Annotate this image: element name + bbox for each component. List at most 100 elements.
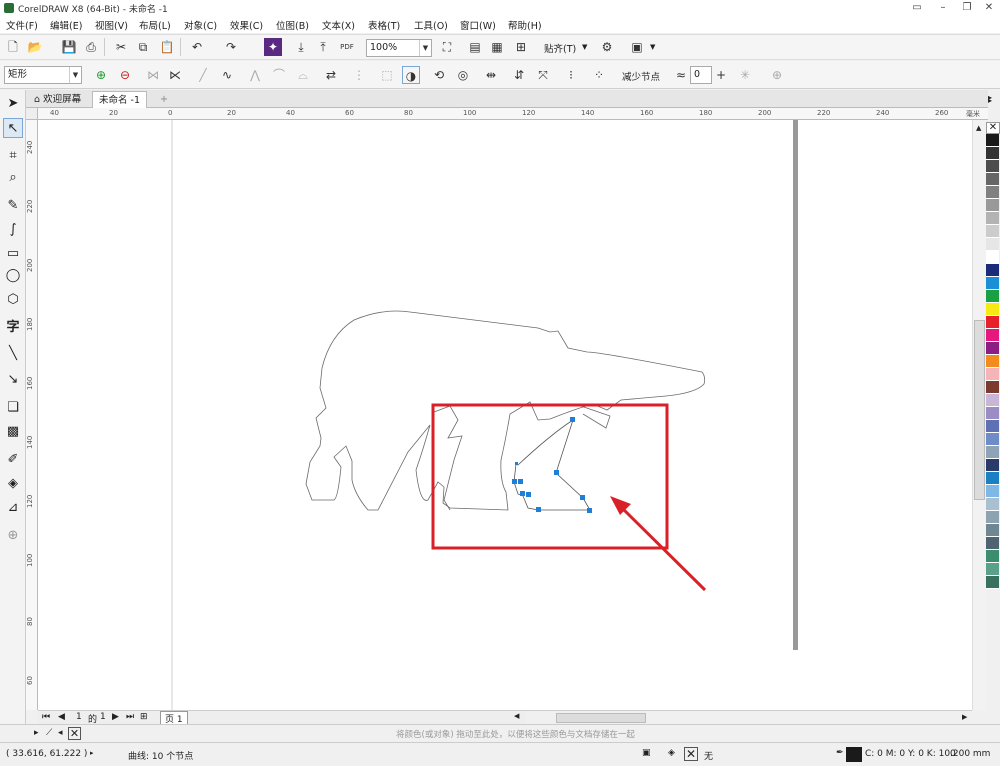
ruler-corner[interactable] bbox=[26, 108, 38, 120]
color-palette[interactable] bbox=[986, 134, 1000, 654]
node-handle[interactable] bbox=[570, 417, 575, 422]
drop-shadow-icon[interactable]: ❏ bbox=[3, 398, 23, 418]
color-swatch[interactable] bbox=[986, 238, 999, 251]
select-all-nodes-icon[interactable]: ⁝ bbox=[562, 66, 580, 84]
vertical-ruler[interactable]: 24022020018016014012010080604020 bbox=[26, 108, 38, 710]
color-swatch[interactable] bbox=[986, 485, 999, 498]
publish-pdf-icon[interactable]: PDF bbox=[338, 38, 356, 56]
color-swatch[interactable] bbox=[986, 537, 999, 550]
scroll-up-icon[interactable]: ▲ bbox=[976, 124, 981, 132]
to-curve-icon[interactable]: ∿ bbox=[218, 66, 236, 84]
show-rulers-icon[interactable]: ▤ bbox=[466, 38, 484, 56]
color-swatch[interactable] bbox=[986, 407, 999, 420]
open-icon[interactable]: 📂 bbox=[26, 38, 44, 56]
close-curve-icon[interactable]: ◑ bbox=[402, 66, 420, 84]
color-swatch[interactable] bbox=[986, 342, 999, 355]
outline-pen-icon[interactable]: ✒ bbox=[836, 748, 844, 758]
menu-text[interactable]: 文本(X) bbox=[322, 18, 355, 32]
color-swatch[interactable] bbox=[986, 355, 999, 368]
color-swatch[interactable] bbox=[986, 472, 999, 485]
break-curve-icon[interactable]: ⋉ bbox=[166, 66, 184, 84]
curve-smoothness-input[interactable]: 0 bbox=[690, 66, 712, 84]
bear-front-leg-path[interactable] bbox=[433, 405, 463, 511]
full-screen-icon[interactable]: ⛶ bbox=[438, 38, 456, 56]
menu-help[interactable]: 帮助(H) bbox=[508, 18, 542, 32]
tab-welcome[interactable]: ⌂ 欢迎屏幕 bbox=[28, 91, 87, 108]
snap-to-dropdown[interactable]: 贴齐(T) bbox=[544, 41, 576, 55]
color-swatch[interactable] bbox=[986, 524, 999, 537]
node-handle[interactable] bbox=[518, 479, 523, 484]
node-handle[interactable] bbox=[554, 470, 559, 475]
scroll-left-icon[interactable]: ◀ bbox=[514, 712, 519, 720]
cusp-node-icon[interactable]: ⋀ bbox=[246, 66, 264, 84]
color-swatch[interactable] bbox=[986, 511, 999, 524]
zoom-level-select[interactable]: 100% ▼ bbox=[366, 39, 432, 57]
color-swatch[interactable] bbox=[986, 199, 999, 212]
add-page-icon[interactable]: ⊞ bbox=[140, 712, 148, 722]
last-page-icon[interactable]: ⏭ bbox=[126, 712, 134, 722]
color-swatch[interactable] bbox=[986, 134, 999, 147]
zoom-tool-icon[interactable]: ⌕ bbox=[3, 168, 23, 188]
smooth-node-icon[interactable]: ⌒ bbox=[270, 66, 288, 84]
color-swatch[interactable] bbox=[986, 394, 999, 407]
color-swatch[interactable] bbox=[986, 173, 999, 186]
color-swatch[interactable] bbox=[986, 381, 999, 394]
shape-tool-icon[interactable]: ↖ bbox=[3, 118, 23, 138]
color-swatch[interactable] bbox=[986, 459, 999, 472]
new-document-icon[interactable]: 🗋 bbox=[4, 38, 22, 56]
corel-connect-icon[interactable]: ✦ bbox=[264, 38, 282, 56]
node-handle[interactable] bbox=[580, 495, 585, 500]
elastic-mode-icon[interactable]: ⤧ bbox=[534, 66, 552, 84]
show-guidelines-icon[interactable]: ⊞ bbox=[512, 38, 530, 56]
hscroll-thumb[interactable] bbox=[556, 713, 646, 723]
text-tool-icon[interactable]: 字 bbox=[3, 318, 23, 338]
drawing-canvas[interactable] bbox=[38, 120, 972, 710]
node-handle[interactable] bbox=[515, 462, 518, 465]
color-swatch[interactable] bbox=[986, 160, 999, 173]
save-icon[interactable]: 💾 bbox=[60, 38, 78, 56]
extract-subpath-icon[interactable]: ⁘ bbox=[590, 66, 608, 84]
parallel-dimension-icon[interactable]: ╲ bbox=[3, 344, 23, 364]
print-icon[interactable]: ⎙ bbox=[82, 38, 100, 56]
connector-tool-icon[interactable]: ↘ bbox=[3, 370, 23, 390]
first-page-icon[interactable]: ⏮ bbox=[42, 712, 50, 722]
color-proof-icon[interactable]: ▣ bbox=[642, 748, 651, 758]
rotate-nodes-icon[interactable]: ⟲ bbox=[430, 66, 448, 84]
color-swatch[interactable] bbox=[986, 264, 999, 277]
menu-object[interactable]: 对象(C) bbox=[184, 18, 217, 32]
node-handle[interactable] bbox=[512, 479, 517, 484]
plus-icon[interactable]: + bbox=[712, 66, 730, 84]
node-handle[interactable] bbox=[526, 492, 531, 497]
reduce-nodes-button[interactable]: 减少节点 bbox=[622, 69, 660, 83]
color-swatch[interactable] bbox=[986, 420, 999, 433]
stretch-nodes-icon[interactable]: ⬚ bbox=[378, 66, 396, 84]
color-swatch[interactable] bbox=[986, 303, 999, 316]
color-swatch[interactable] bbox=[986, 147, 999, 160]
reflect-vertical-icon[interactable]: ⇵ bbox=[510, 66, 528, 84]
color-swatch[interactable] bbox=[986, 498, 999, 511]
menu-file[interactable]: 文件(F) bbox=[6, 18, 38, 32]
color-swatch[interactable] bbox=[986, 433, 999, 446]
menu-tools[interactable]: 工具(O) bbox=[414, 18, 448, 32]
copy-icon[interactable]: ⧉ bbox=[134, 38, 152, 56]
restore-icon[interactable]: ▭ bbox=[904, 0, 930, 16]
eyedropper-tool-icon[interactable]: ✐ bbox=[3, 450, 23, 470]
scroll-right-icon[interactable]: ▶ bbox=[962, 713, 967, 721]
delete-node-icon[interactable]: ⊖ bbox=[116, 66, 134, 84]
close-button[interactable]: ✕ bbox=[976, 0, 1000, 16]
palette-arrow-icon[interactable]: ▸ bbox=[34, 728, 39, 738]
to-line-icon[interactable]: ╱ bbox=[194, 66, 212, 84]
export-icon[interactable]: ⤒ bbox=[314, 38, 332, 56]
ellipse-tool-icon[interactable]: ◯ bbox=[3, 266, 23, 286]
leg-curve-path[interactable] bbox=[513, 419, 591, 511]
horizontal-scrollbar[interactable]: ▶ bbox=[526, 710, 972, 724]
interactive-fill-icon[interactable]: ◈ bbox=[3, 474, 23, 494]
align-nodes-icon[interactable]: ◎ bbox=[454, 66, 472, 84]
eyedropper-icon[interactable]: ⟋ bbox=[46, 728, 52, 738]
color-swatch[interactable] bbox=[986, 329, 999, 342]
prev-page-icon[interactable]: ◀ bbox=[58, 712, 65, 722]
artistic-media-icon[interactable]: ∫ bbox=[3, 220, 23, 240]
selected-leg-path[interactable] bbox=[512, 417, 592, 513]
no-fill-icon[interactable]: ✕ bbox=[684, 747, 698, 761]
reflect-horizontal-icon[interactable]: ⇹ bbox=[482, 66, 500, 84]
